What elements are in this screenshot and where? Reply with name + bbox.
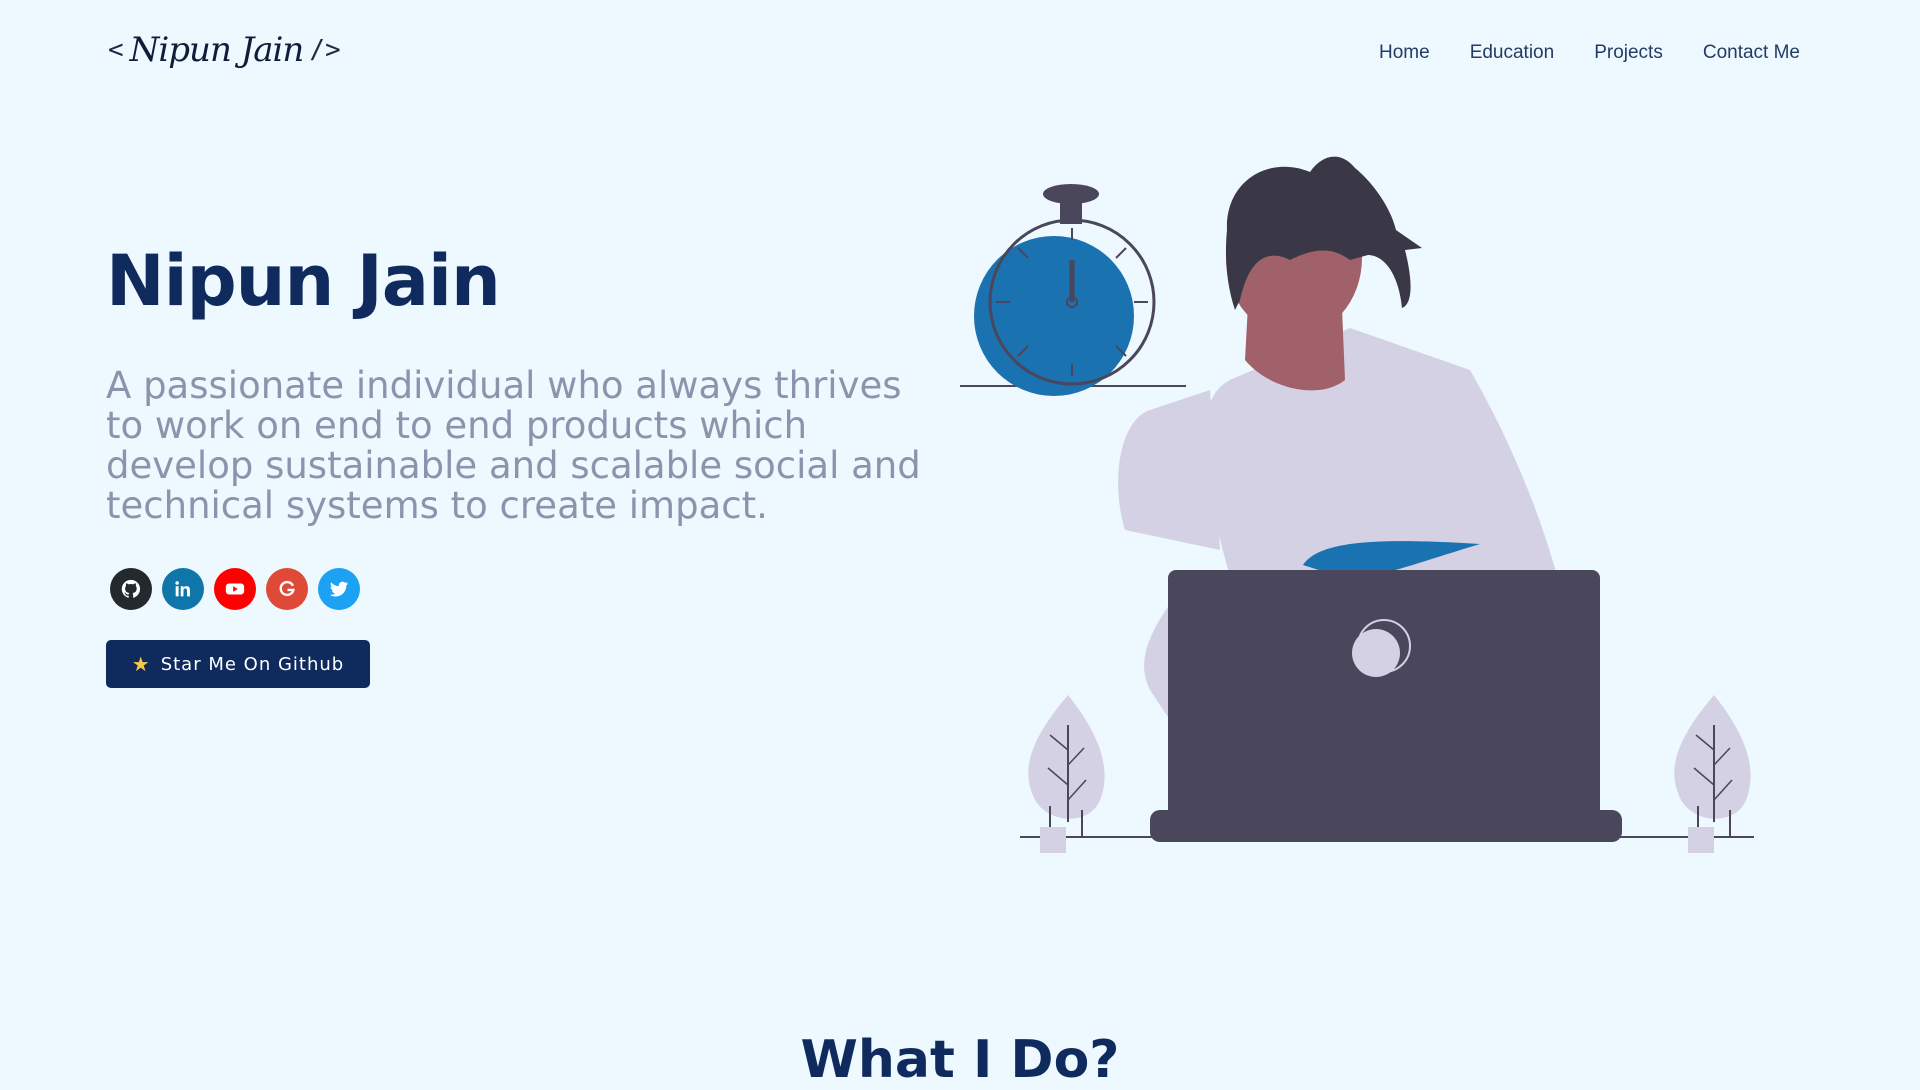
main-nav: Home Education Projects Contact Me: [1379, 42, 1800, 64]
youtube-link[interactable]: [214, 568, 256, 610]
laptop-illustration: [1150, 570, 1622, 842]
github-link[interactable]: [110, 568, 152, 610]
nav-contact-link[interactable]: Contact Me: [1703, 42, 1800, 64]
stopwatch-illustration: [960, 184, 1186, 396]
star-button-label: Star Me On Github: [160, 653, 345, 675]
linkedin-icon: [175, 581, 190, 597]
google-icon: [279, 580, 295, 597]
social-links: [110, 568, 360, 610]
hero-subtitle: A passionate individual who always thriv…: [106, 364, 921, 527]
google-link[interactable]: [266, 568, 308, 610]
hero-illustration: [960, 156, 1754, 853]
linkedin-link[interactable]: [162, 568, 204, 610]
star-on-github-button[interactable]: ★ Star Me On Github: [106, 640, 370, 688]
logo-open-bracket: <: [108, 35, 124, 65]
nav-home-link[interactable]: Home: [1379, 42, 1430, 64]
what-i-do-title: What I Do?: [800, 1030, 1120, 1090]
nav-projects-link[interactable]: Projects: [1594, 42, 1663, 64]
logo-close-bracket: />: [309, 35, 341, 65]
star-icon: ★: [131, 652, 151, 676]
youtube-icon: [225, 583, 245, 595]
twitter-icon: [329, 581, 349, 597]
plant-left-illustration: [1028, 695, 1105, 853]
plant-right-illustration: [1674, 695, 1751, 853]
nav-education-link[interactable]: Education: [1470, 42, 1555, 64]
logo-signature: Nipun Jain: [129, 30, 305, 70]
site-logo[interactable]: < Nipun Jain />: [108, 30, 341, 70]
hero-name: Nipun Jain: [106, 240, 501, 322]
twitter-link[interactable]: [318, 568, 360, 610]
github-icon: [121, 579, 141, 598]
